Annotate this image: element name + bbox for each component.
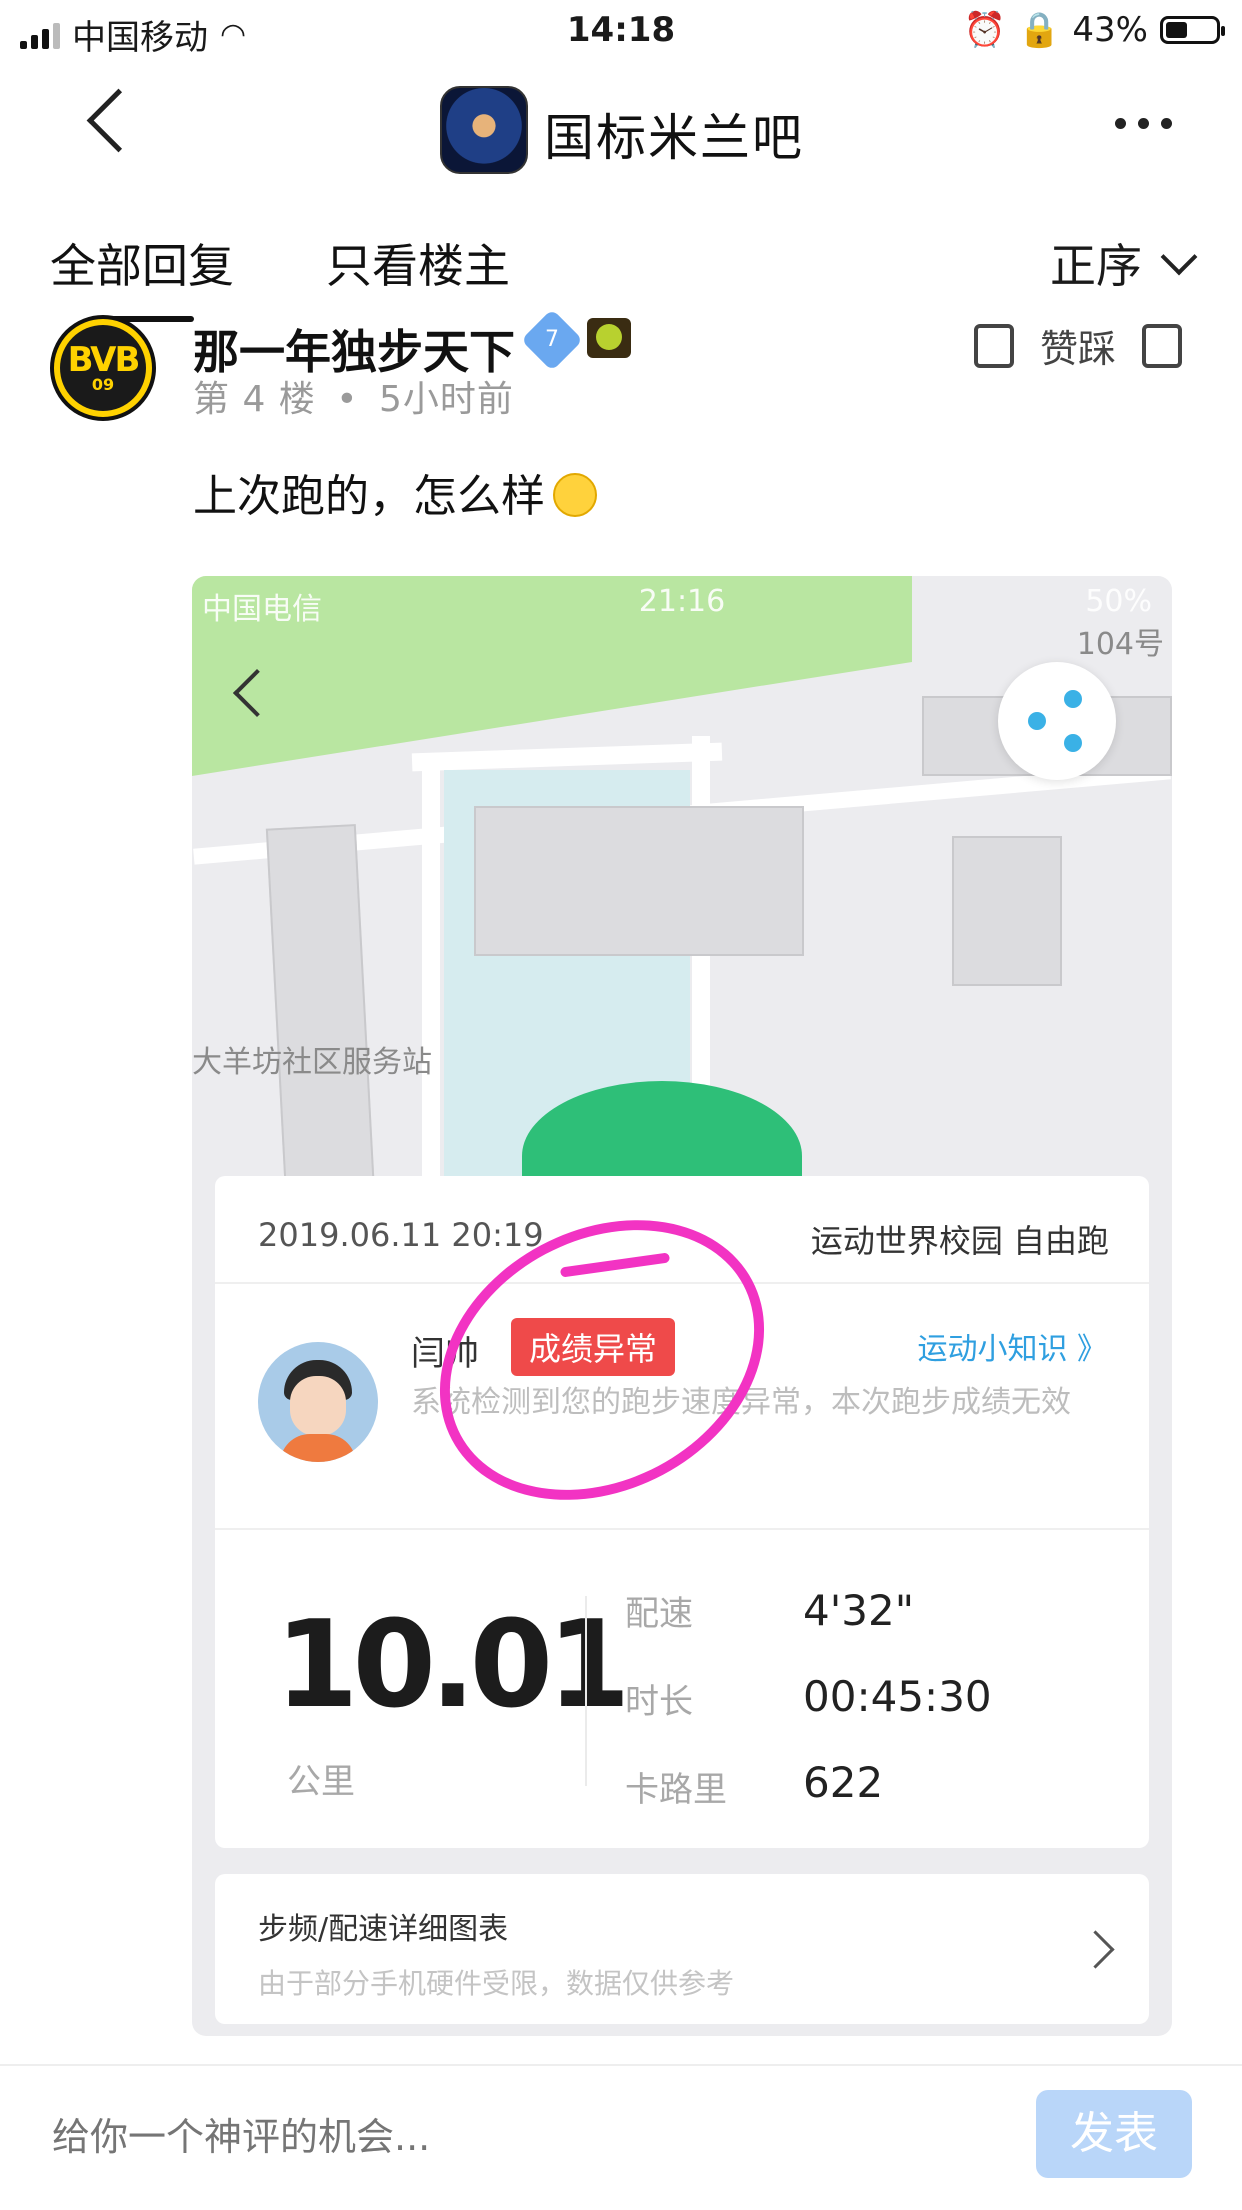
post-time: 5小时前 [378, 379, 514, 420]
pace-chart-card: 步频/配速详细图表 由于部分手机硬件受限，数据仅供参考 [215, 1874, 1149, 2024]
thumbs-down-icon[interactable] [1142, 323, 1182, 368]
distance-unit: 公里 [287, 1762, 355, 1802]
embedded-time: 21:16 [638, 584, 726, 619]
chart-card-title: 步频/配速详细图表 [258, 1912, 509, 1947]
status-bar: 中国移动 ◠ 14:18 ⏰ 🔒 43% [0, 0, 1242, 62]
post-text: 上次跑的，怎么样 [193, 471, 545, 522]
sort-label: 正序 [1050, 239, 1142, 293]
reply-bar: 发表 [0, 2064, 1242, 2210]
reply-input[interactable] [50, 2114, 954, 2160]
sports-tips-link: 运动小知识 》 [917, 1332, 1107, 1367]
rotation-lock-icon: 🔒 [1018, 10, 1061, 50]
duration-label: 时长 [625, 1682, 693, 1722]
calories-label: 卡路里 [625, 1770, 727, 1810]
publish-button[interactable]: 发表 [1036, 2090, 1192, 2178]
pace-value: 4'32" [803, 1586, 915, 1635]
map-label-service-station: 大羊坊社区服务站 [192, 1045, 432, 1080]
sort-dropdown[interactable]: 正序 [1050, 230, 1198, 296]
status-right: ⏰ 🔒 43% [963, 10, 1225, 50]
map-building [952, 836, 1062, 986]
tab-only-op[interactable]: 只看楼主 [326, 230, 510, 296]
battery-fill [1166, 22, 1187, 38]
like-dislike-controls: 赞踩 [973, 318, 1182, 373]
map-building [474, 806, 804, 956]
runner-avatar [258, 1342, 378, 1462]
battery-percent: 43% [1072, 10, 1148, 50]
like-dislike-label: 赞踩 [1039, 327, 1116, 371]
vertical-divider [585, 1596, 587, 1786]
medal-icon [587, 318, 631, 358]
back-arrow-icon[interactable] [86, 88, 151, 153]
post-content: 上次跑的，怎么样 [193, 460, 597, 524]
navigation-bar: 国标米兰吧 [0, 62, 1242, 192]
embedded-status-bar: 中国电信 21:16 50% [202, 584, 1162, 628]
more-options-icon[interactable] [1115, 118, 1172, 129]
avatar-text: BVB [67, 340, 141, 380]
floor-number: 第 4 楼 [193, 379, 316, 420]
calories-value: 622 [803, 1758, 884, 1807]
distance-value: 10.01 [275, 1596, 631, 1735]
meta-separator: • [336, 379, 359, 420]
embedded-battery: 50% [1085, 584, 1152, 619]
divider [215, 1528, 1149, 1530]
embedded-carrier: 中国电信 [202, 592, 322, 627]
forum-title: 国标米兰吧 [544, 109, 804, 167]
map-road [411, 742, 723, 772]
pace-label: 配速 [625, 1594, 693, 1634]
user-level-badge: 7 [520, 308, 584, 372]
user-level: 7 [545, 327, 559, 352]
reply-filter-tabs: 全部回复 只看楼主 正序 [0, 192, 1242, 322]
user-avatar[interactable]: BVB 09 [50, 315, 156, 421]
thumbs-up-icon[interactable] [973, 323, 1014, 368]
chevron-down-icon [1160, 238, 1198, 276]
forum-logo [440, 86, 528, 174]
share-icon [998, 662, 1116, 780]
smile-emoji-icon [553, 473, 597, 517]
run-mode: 运动世界校园 自由跑 [810, 1222, 1109, 1260]
duration-value: 00:45:30 [803, 1672, 992, 1721]
run-date: 2019.06.11 20:19 [258, 1216, 544, 1254]
chevron-right-icon [1076, 1930, 1115, 1969]
map-label-building: 104号 [1076, 627, 1164, 662]
alarm-icon: ⏰ [963, 10, 1007, 50]
post-meta: 第 4 楼 • 5小时前 [193, 370, 514, 422]
battery-icon [1160, 16, 1225, 44]
tab-all-replies[interactable]: 全部回复 [50, 230, 234, 296]
chart-card-subtitle: 由于部分手机硬件受限，数据仅供参考 [258, 1967, 735, 2000]
avatar-subtext: 09 [91, 375, 115, 394]
